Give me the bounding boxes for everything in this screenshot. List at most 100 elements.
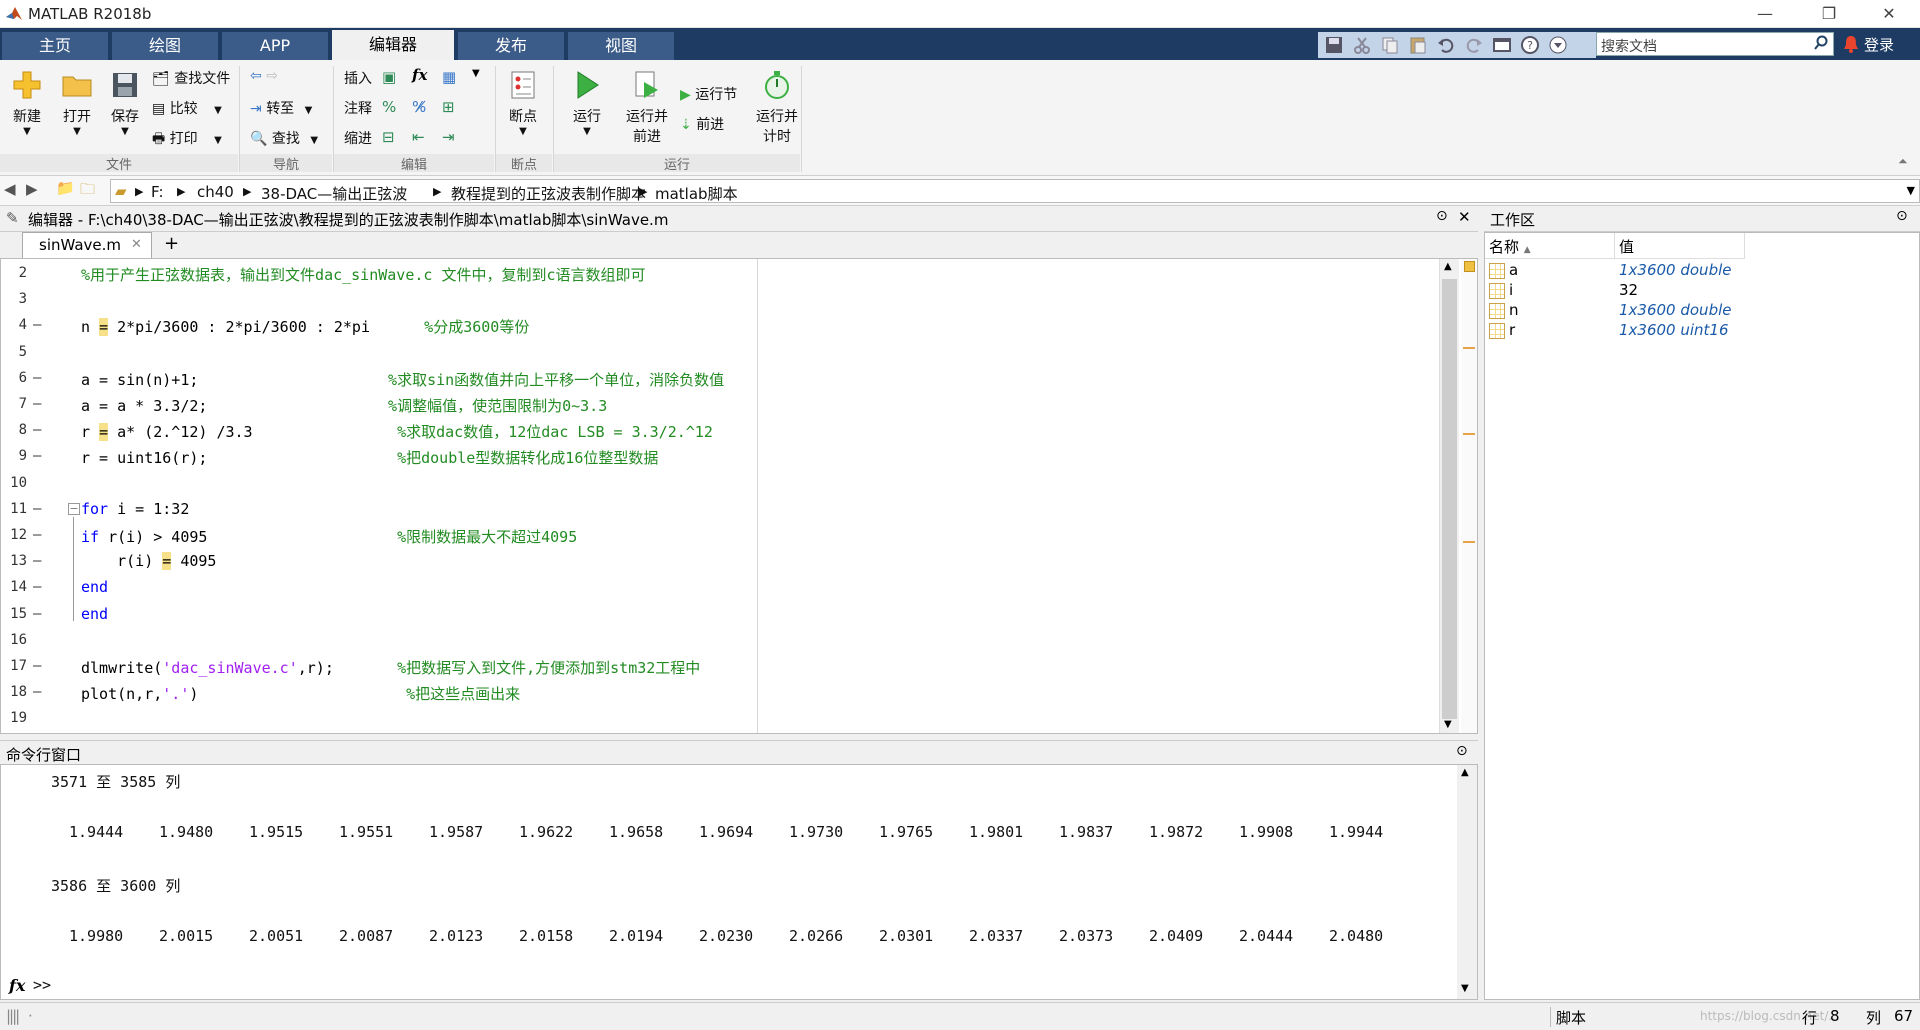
insert-chart-icon[interactable]: ▦ xyxy=(442,68,456,86)
indent-button[interactable]: 缩进 xyxy=(344,128,372,148)
address-dropdown-icon[interactable]: ▼ xyxy=(1907,184,1915,197)
code-line[interactable]: r = uint16(r); %把double型数据转化成16位整型数据 xyxy=(81,447,658,468)
workspace-variable-row[interactable]: i 32 xyxy=(1485,281,1919,301)
search-icon[interactable] xyxy=(1813,35,1829,51)
close-tab-icon[interactable]: ✕ xyxy=(131,237,142,252)
save-icon[interactable] xyxy=(1324,35,1344,55)
run-section-button[interactable]: ▶ 运行节 xyxy=(680,84,737,104)
code-line[interactable]: if r(i) > 4095 %限制数据最大不超过4095 xyxy=(81,526,577,547)
column-header-name[interactable]: 名称 ▲ xyxy=(1485,233,1615,259)
advance-button[interactable]: ⇣ 前进 xyxy=(680,114,724,134)
save-file-button[interactable]: 保存 ▼ xyxy=(104,68,146,137)
redo-icon[interactable] xyxy=(1464,35,1484,55)
code-line[interactable]: end xyxy=(81,578,108,596)
insert-dropdown-icon[interactable]: ▼ xyxy=(472,68,480,79)
code-line[interactable]: a = a * 3.3/2; %调整幅值，使范围限制为0~3.3 xyxy=(81,395,607,416)
browse-folder-icon[interactable]: 🗀 xyxy=(80,179,95,204)
tab-publish[interactable]: 发布 xyxy=(458,32,564,60)
run-and-time-button[interactable]: 运行并 计时 xyxy=(750,68,804,146)
file-tab-sinwave[interactable]: sinWave.m ✕ xyxy=(22,232,152,258)
new-tab-button[interactable]: + xyxy=(164,233,179,254)
undo-icon[interactable] xyxy=(1436,35,1456,55)
help-icon[interactable]: ? xyxy=(1520,35,1540,55)
command-prompt[interactable]: >> xyxy=(33,976,51,994)
wrap-comment-icon[interactable]: ⊞ xyxy=(442,98,455,116)
code-line[interactable]: dlmwrite('dac_sinWave.c',r); %把数据写入到文件,方… xyxy=(81,657,700,678)
comment-percent-icon[interactable]: % xyxy=(382,98,396,116)
crumb-matlab-script[interactable]: matlab脚本 xyxy=(655,183,738,204)
insert-button[interactable]: 插入 xyxy=(344,68,372,88)
back-icon[interactable]: ◀ xyxy=(4,180,16,198)
back-forward-nav[interactable]: ⇦ ⇨ xyxy=(250,68,278,84)
code-line[interactable]: plot(n,r,'.') %把这些点画出来 xyxy=(81,683,520,704)
code-line[interactable]: for i = 1:32 xyxy=(81,500,189,518)
code-line[interactable]: r = a* (2.^12) /3.3 %求取dac数值，12位dac LSB … xyxy=(81,421,713,442)
search-documentation-input[interactable]: 搜索文档 xyxy=(1596,32,1834,56)
smart-indent-icon[interactable]: ⊟ xyxy=(382,128,395,146)
code-line[interactable]: %用于产生正弦数据表，输出到文件dac_sinWave.c 文件中，复制到c语言… xyxy=(81,264,646,285)
switch-windows-icon[interactable] xyxy=(1492,35,1512,55)
insert-section-icon[interactable]: ▣ xyxy=(382,68,396,86)
notification-bell-icon[interactable] xyxy=(1842,34,1860,54)
warning-indicator-icon[interactable] xyxy=(1464,261,1475,272)
open-button[interactable]: 打开 ▼ xyxy=(56,68,98,137)
tab-editor[interactable]: 编辑器 xyxy=(332,30,454,60)
fx-insert-function-icon[interactable]: fx xyxy=(412,66,427,84)
editor-options-icon[interactable]: ⊙ xyxy=(1436,208,1448,224)
fx-function-browser-icon[interactable]: fx xyxy=(9,976,25,995)
new-button[interactable]: 新建 ▼ xyxy=(6,68,48,137)
forward-icon[interactable]: ▶ xyxy=(26,180,38,198)
print-button[interactable]: 🖶 打印 ▼ xyxy=(152,128,222,152)
warning-mark[interactable] xyxy=(1463,433,1475,435)
crumb-drive[interactable]: F: xyxy=(151,183,164,201)
workspace-variable-row[interactable]: n 1x3600 double xyxy=(1485,301,1919,321)
up-folder-icon[interactable]: 📁 xyxy=(56,179,75,197)
scroll-down-icon[interactable]: ▼ xyxy=(1444,719,1452,730)
compare-button[interactable]: ▤ 比较 ▼ xyxy=(152,98,222,118)
command-scrollbar[interactable]: ▲ ▼ xyxy=(1457,765,1477,999)
code-editor[interactable]: 2 3 4—5 6—7—8—9—10 11—12—13—14—15—16 17—18—19… xyxy=(0,258,1478,734)
code-line[interactable]: r(i) = 4095 xyxy=(81,552,216,571)
editor-close-icon[interactable]: ✕ xyxy=(1458,208,1471,226)
run-and-advance-button[interactable]: 运行并 前进 xyxy=(620,68,674,146)
crumb-dac-folder[interactable]: 38-DAC—输出正弦波 xyxy=(261,183,407,204)
increase-indent-icon[interactable]: ⇥ xyxy=(442,128,455,146)
run-button[interactable]: 运行 ▼ xyxy=(566,68,608,137)
uncomment-icon[interactable]: %̸ xyxy=(412,98,426,116)
editor-scrollbar[interactable]: ▲ ▼ xyxy=(1439,259,1459,733)
customize-toolbar-icon[interactable] xyxy=(1548,35,1568,55)
nav-forward-icon[interactable]: ⇨ xyxy=(266,68,278,84)
tab-apps[interactable]: APP xyxy=(222,32,328,60)
breakpoints-button[interactable]: 断点 ▼ xyxy=(502,68,544,137)
tab-view[interactable]: 视图 xyxy=(568,32,674,60)
scroll-down-icon[interactable]: ▼ xyxy=(1461,983,1469,994)
warning-mark[interactable] xyxy=(1463,541,1475,543)
minimize-button[interactable]: — xyxy=(1742,2,1788,26)
workspace-variable-row[interactable]: r 1x3600 uint16 xyxy=(1485,321,1919,341)
copy-icon[interactable] xyxy=(1380,35,1400,55)
code-line[interactable]: n = 2*pi/3600 : 2*pi/3600 : 2*pi %分成3600… xyxy=(81,316,529,337)
scroll-thumb[interactable] xyxy=(1442,279,1457,719)
collapse-ribbon-icon[interactable]: ⏶ xyxy=(1898,154,1908,169)
fold-toggle-icon[interactable]: − xyxy=(68,503,80,515)
column-header-value[interactable]: 值 xyxy=(1615,233,1745,259)
paste-icon[interactable] xyxy=(1408,35,1428,55)
close-button[interactable]: ✕ xyxy=(1866,2,1912,26)
restore-button[interactable]: ❐ xyxy=(1806,2,1852,26)
code-line[interactable]: a = sin(n)+1; %求取sin函数值并向上平移一个单位，消除负数值 xyxy=(81,369,724,390)
command-options-icon[interactable]: ⊙ xyxy=(1456,743,1468,759)
scroll-up-icon[interactable]: ▲ xyxy=(1461,767,1469,778)
nav-back-icon[interactable]: ⇦ xyxy=(250,68,262,84)
scroll-up-icon[interactable]: ▲ xyxy=(1444,261,1452,272)
tab-plots[interactable]: 绘图 xyxy=(112,32,218,60)
decrease-indent-icon[interactable]: ⇤ xyxy=(412,128,425,146)
address-field[interactable]: ▰ ▶ F: ▶ ch40 ▶ 38-DAC—输出正弦波 ▶ 教程提到的正弦波表… xyxy=(110,179,1920,203)
code-line[interactable]: end xyxy=(81,605,108,623)
crumb-tutorial-folder[interactable]: 教程提到的正弦波表制作脚本 xyxy=(451,183,646,204)
crumb-ch40[interactable]: ch40 xyxy=(197,183,234,201)
tab-home[interactable]: 主页 xyxy=(2,32,108,60)
command-window[interactable]: 3571 至 3585 列 1.9444 1.9480 1.9515 1.9551 1.… xyxy=(0,764,1478,1000)
login-link[interactable]: 登录 xyxy=(1864,34,1894,55)
code-area[interactable]: %用于产生正弦数据表，输出到文件dac_sinWave.c 文件中，复制到c语言… xyxy=(1,259,1439,733)
find-files-button[interactable]: 🗂 查找文件 xyxy=(152,68,230,88)
